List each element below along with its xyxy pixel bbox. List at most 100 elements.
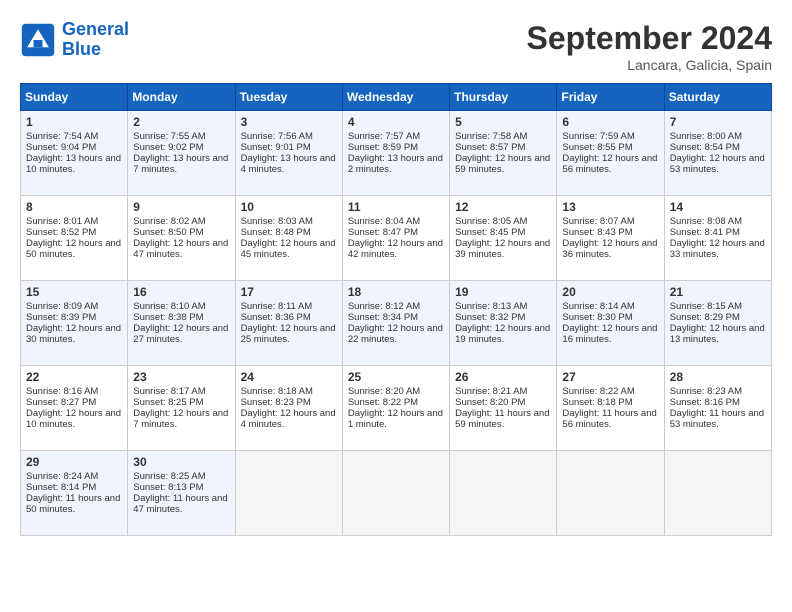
day-number: 18 xyxy=(348,285,444,299)
sunrise-text: Sunrise: 8:24 AM xyxy=(26,471,122,482)
calendar-cell: 25Sunrise: 8:20 AMSunset: 8:22 PMDayligh… xyxy=(342,366,449,451)
sunset-text: Sunset: 8:30 PM xyxy=(562,312,658,323)
sunrise-text: Sunrise: 8:09 AM xyxy=(26,301,122,312)
calendar-cell: 27Sunrise: 8:22 AMSunset: 8:18 PMDayligh… xyxy=(557,366,664,451)
day-number: 11 xyxy=(348,200,444,214)
daylight-text: Daylight: 12 hours and 1 minute. xyxy=(348,408,444,430)
sunset-text: Sunset: 8:36 PM xyxy=(241,312,337,323)
sunrise-text: Sunrise: 8:13 AM xyxy=(455,301,551,312)
sunset-text: Sunset: 8:48 PM xyxy=(241,227,337,238)
sunset-text: Sunset: 8:20 PM xyxy=(455,397,551,408)
sunset-text: Sunset: 8:14 PM xyxy=(26,482,122,493)
day-number: 25 xyxy=(348,370,444,384)
calendar-cell: 5Sunrise: 7:58 AMSunset: 8:57 PMDaylight… xyxy=(450,111,557,196)
sunrise-text: Sunrise: 8:15 AM xyxy=(670,301,766,312)
sunrise-text: Sunrise: 8:02 AM xyxy=(133,216,229,227)
day-number: 17 xyxy=(241,285,337,299)
sunrise-text: Sunrise: 8:11 AM xyxy=(241,301,337,312)
day-number: 12 xyxy=(455,200,551,214)
day-number: 9 xyxy=(133,200,229,214)
daylight-text: Daylight: 12 hours and 39 minutes. xyxy=(455,238,551,260)
sunrise-text: Sunrise: 8:10 AM xyxy=(133,301,229,312)
calendar-cell: 1Sunrise: 7:54 AMSunset: 9:04 PMDaylight… xyxy=(21,111,128,196)
day-number: 26 xyxy=(455,370,551,384)
daylight-text: Daylight: 11 hours and 47 minutes. xyxy=(133,493,229,515)
sunset-text: Sunset: 9:04 PM xyxy=(26,142,122,153)
daylight-text: Daylight: 13 hours and 4 minutes. xyxy=(241,153,337,175)
day-number: 15 xyxy=(26,285,122,299)
page-header: General Blue September 2024 Lancara, Gal… xyxy=(20,20,772,73)
title-block: September 2024 Lancara, Galicia, Spain xyxy=(527,20,772,73)
logo-icon xyxy=(20,22,56,58)
calendar-cell: 22 Sunrise: 8:16 AMSunset: 8:27 PMDayligh… xyxy=(21,366,128,451)
calendar-cell xyxy=(342,451,449,536)
sunset-text: Sunset: 8:55 PM xyxy=(562,142,658,153)
daylight-text: Daylight: 12 hours and 53 minutes. xyxy=(670,153,766,175)
daylight-text: Daylight: 13 hours and 7 minutes. xyxy=(133,153,229,175)
daylight-text: Daylight: 12 hours and 33 minutes. xyxy=(670,238,766,260)
sunrise-text: Sunrise: 8:14 AM xyxy=(562,301,658,312)
sunrise-text: Sunrise: 7:54 AM xyxy=(26,131,122,142)
day-number: 16 xyxy=(133,285,229,299)
day-number: 7 xyxy=(670,115,766,129)
month-title: September 2024 xyxy=(527,20,772,57)
week-row-5: 29Sunrise: 8:24 AMSunset: 8:14 PMDayligh… xyxy=(21,451,772,536)
calendar-cell: 20Sunrise: 8:14 AMSunset: 8:30 PMDayligh… xyxy=(557,281,664,366)
sunset-text: Sunset: 8:27 PM xyxy=(26,397,122,408)
sunrise-text: Sunrise: 8:08 AM xyxy=(670,216,766,227)
sunrise-text: Sunrise: 8:16 AM xyxy=(26,386,122,397)
day-number: 8 xyxy=(26,200,122,214)
sunset-text: Sunset: 8:38 PM xyxy=(133,312,229,323)
day-number: 23 xyxy=(133,370,229,384)
header-day-saturday: Saturday xyxy=(664,84,771,111)
sunset-text: Sunset: 8:34 PM xyxy=(348,312,444,323)
calendar-cell: 30Sunrise: 8:25 AMSunset: 8:13 PMDayligh… xyxy=(128,451,235,536)
sunset-text: Sunset: 8:32 PM xyxy=(455,312,551,323)
day-number: 10 xyxy=(241,200,337,214)
daylight-text: Daylight: 12 hours and 7 minutes. xyxy=(133,408,229,430)
sunset-text: Sunset: 8:29 PM xyxy=(670,312,766,323)
calendar-cell xyxy=(450,451,557,536)
sunrise-text: Sunrise: 8:23 AM xyxy=(670,386,766,397)
sunrise-text: Sunrise: 8:12 AM xyxy=(348,301,444,312)
daylight-text: Daylight: 12 hours and 36 minutes. xyxy=(562,238,658,260)
calendar-cell: 15Sunrise: 8:09 AMSunset: 8:39 PMDayligh… xyxy=(21,281,128,366)
daylight-text: Daylight: 12 hours and 45 minutes. xyxy=(241,238,337,260)
sunrise-text: Sunrise: 7:56 AM xyxy=(241,131,337,142)
day-number: 27 xyxy=(562,370,658,384)
daylight-text: Daylight: 12 hours and 10 minutes. xyxy=(26,408,122,430)
day-number: 21 xyxy=(670,285,766,299)
day-number: 22 xyxy=(26,370,122,384)
sunset-text: Sunset: 8:59 PM xyxy=(348,142,444,153)
logo-line1: General xyxy=(62,19,129,39)
calendar-cell: 9Sunrise: 8:02 AMSunset: 8:50 PMDaylight… xyxy=(128,196,235,281)
calendar-cell: 14Sunrise: 8:08 AMSunset: 8:41 PMDayligh… xyxy=(664,196,771,281)
sunrise-text: Sunrise: 7:55 AM xyxy=(133,131,229,142)
daylight-text: Daylight: 12 hours and 22 minutes. xyxy=(348,323,444,345)
daylight-text: Daylight: 11 hours and 59 minutes. xyxy=(455,408,551,430)
sunrise-text: Sunrise: 8:17 AM xyxy=(133,386,229,397)
sunset-text: Sunset: 8:43 PM xyxy=(562,227,658,238)
calendar-cell: 7 Sunrise: 8:00 AMSunset: 8:54 PMDaylight… xyxy=(664,111,771,196)
header-day-friday: Friday xyxy=(557,84,664,111)
day-number: 2 xyxy=(133,115,229,129)
daylight-text: Daylight: 12 hours and 47 minutes. xyxy=(133,238,229,260)
calendar-cell: 28Sunrise: 8:23 AMSunset: 8:16 PMDayligh… xyxy=(664,366,771,451)
day-number: 5 xyxy=(455,115,551,129)
calendar-cell: 4Sunrise: 7:57 AMSunset: 8:59 PMDaylight… xyxy=(342,111,449,196)
header-day-tuesday: Tuesday xyxy=(235,84,342,111)
calendar-cell: 3Sunrise: 7:56 AMSunset: 9:01 PMDaylight… xyxy=(235,111,342,196)
daylight-text: Daylight: 12 hours and 42 minutes. xyxy=(348,238,444,260)
logo-line2: Blue xyxy=(62,39,101,59)
location: Lancara, Galicia, Spain xyxy=(527,57,772,73)
calendar-cell: 13Sunrise: 8:07 AMSunset: 8:43 PMDayligh… xyxy=(557,196,664,281)
sunrise-text: Sunrise: 8:21 AM xyxy=(455,386,551,397)
daylight-text: Daylight: 13 hours and 10 minutes. xyxy=(26,153,122,175)
calendar-cell: 10Sunrise: 8:03 AMSunset: 8:48 PMDayligh… xyxy=(235,196,342,281)
daylight-text: Daylight: 12 hours and 59 minutes. xyxy=(455,153,551,175)
sunset-text: Sunset: 8:54 PM xyxy=(670,142,766,153)
logo: General Blue xyxy=(20,20,129,60)
sunrise-text: Sunrise: 8:00 AM xyxy=(670,131,766,142)
calendar-cell: 19Sunrise: 8:13 AMSunset: 8:32 PMDayligh… xyxy=(450,281,557,366)
sunset-text: Sunset: 8:13 PM xyxy=(133,482,229,493)
